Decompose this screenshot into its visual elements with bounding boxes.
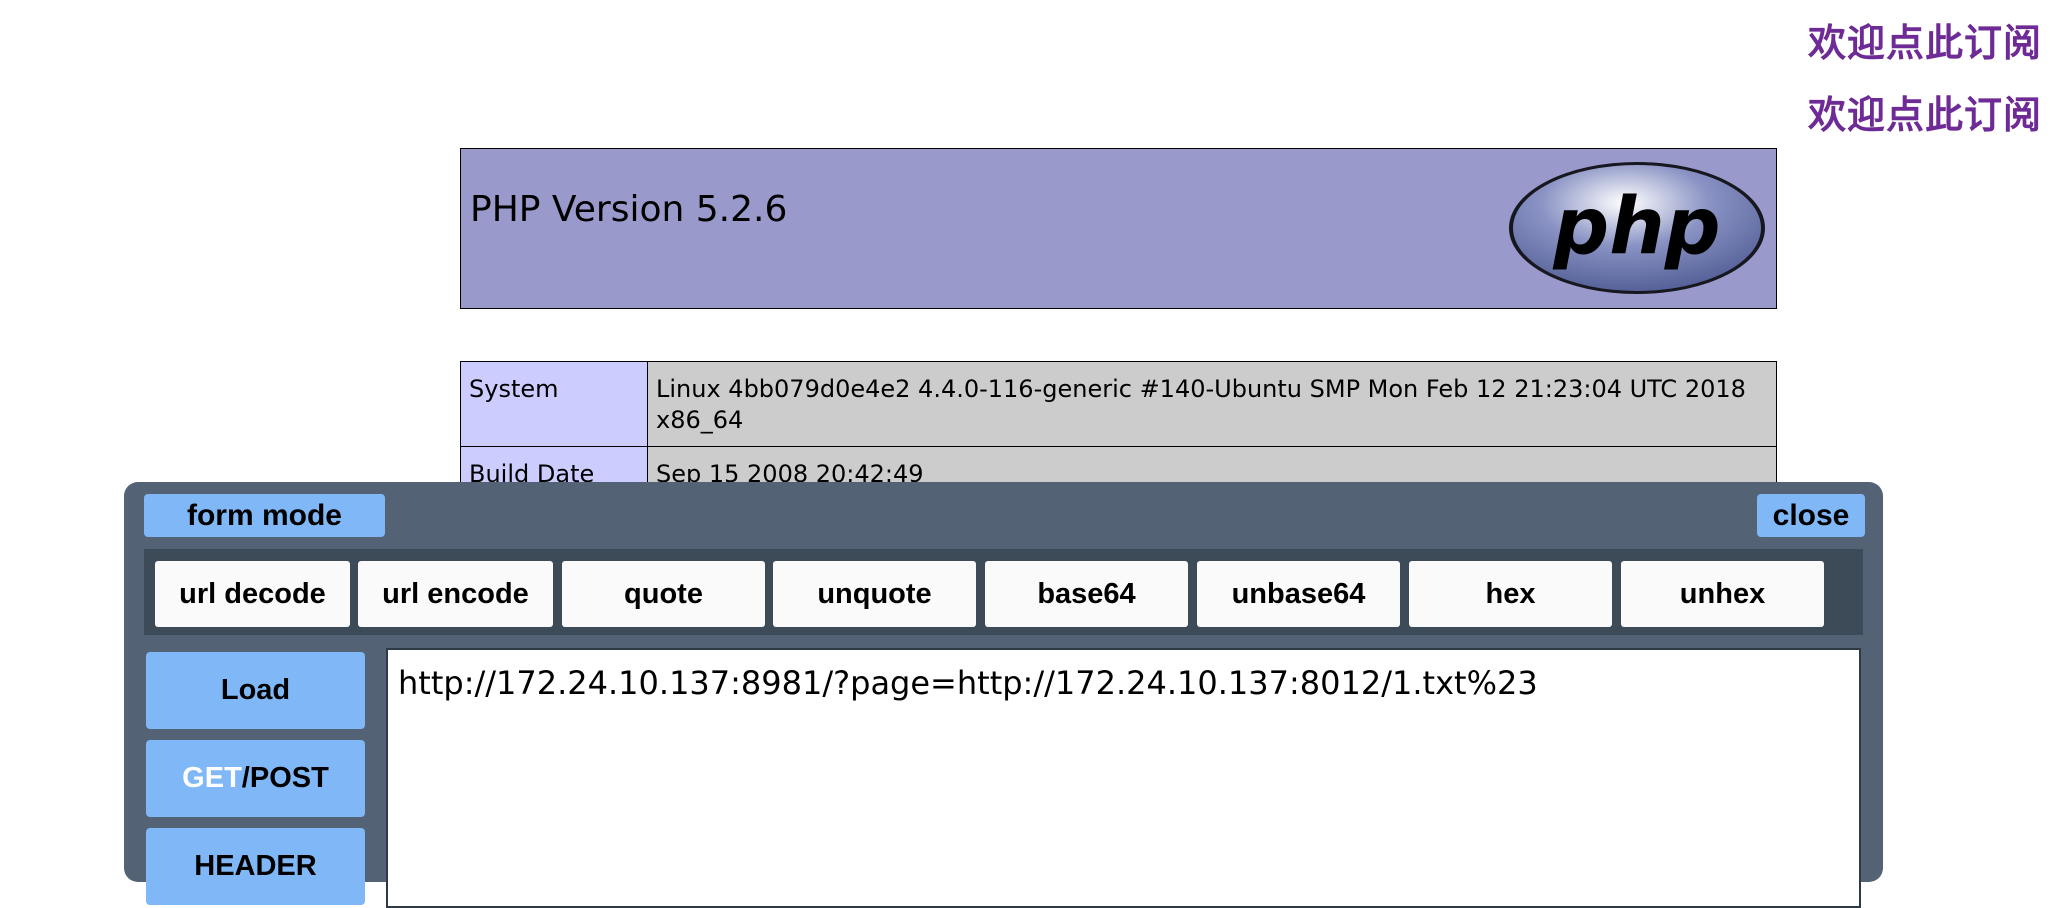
unquote-button[interactable]: unquote	[773, 561, 976, 627]
php-logo-text: php	[1552, 182, 1720, 272]
base64-button[interactable]: base64	[985, 561, 1188, 627]
phpinfo-table: System Linux 4bb079d0e4e2 4.4.0-116-gene…	[460, 361, 1777, 501]
url-decode-button[interactable]: url decode	[155, 561, 350, 627]
row-value: Linux 4bb079d0e4e2 4.4.0-116-generic #14…	[647, 361, 1777, 447]
url-input[interactable]: http://172.24.10.137:8981/?page=http://1…	[386, 648, 1861, 908]
form-mode-button[interactable]: form mode	[144, 494, 385, 537]
get-post-toggle[interactable]: GET/POST	[146, 740, 365, 817]
unbase64-button[interactable]: unbase64	[1197, 561, 1400, 627]
table-row: System Linux 4bb079d0e4e2 4.4.0-116-gene…	[460, 361, 1777, 447]
php-logo: php	[1509, 162, 1765, 294]
load-button[interactable]: Load	[146, 652, 365, 729]
close-button[interactable]: close	[1757, 494, 1865, 537]
header-button[interactable]: HEADER	[146, 828, 365, 905]
subscribe-link[interactable]: 欢迎点此订阅	[1808, 84, 2042, 139]
unhex-button[interactable]: unhex	[1621, 561, 1824, 627]
quote-button[interactable]: quote	[562, 561, 765, 627]
row-label: System	[460, 361, 648, 447]
encoding-toolbar: url decode url encode quote unquote base…	[144, 549, 1863, 635]
phpinfo-header: PHP Version 5.2.6 php	[460, 148, 1777, 309]
hackbar-panel: form mode close url decode url encode qu…	[124, 482, 1883, 908]
php-version-title: PHP Version 5.2.6	[470, 189, 788, 230]
get-label: GET	[182, 762, 242, 794]
url-encode-button[interactable]: url encode	[358, 561, 553, 627]
hex-button[interactable]: hex	[1409, 561, 1612, 627]
subscribe-link[interactable]: 欢迎点此订阅	[1808, 12, 2042, 67]
post-label: /POST	[241, 762, 329, 794]
